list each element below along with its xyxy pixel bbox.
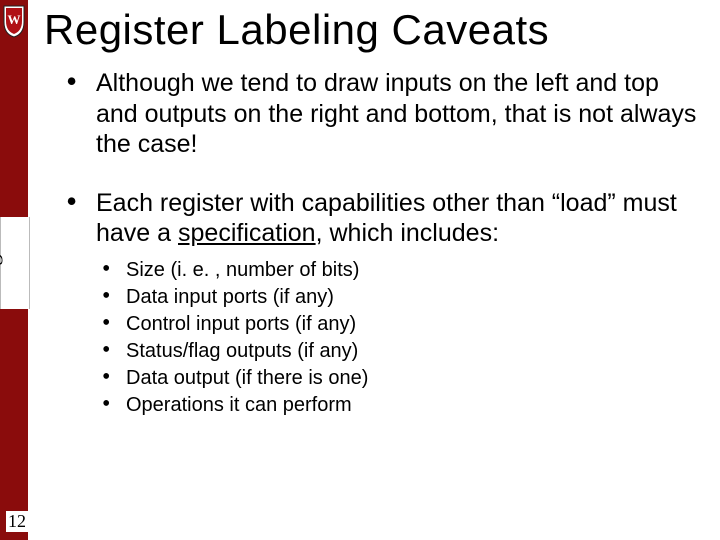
bullet-2-underlined: specification: [178, 219, 316, 247]
sub-bullet: Status/flag outputs (if any): [96, 338, 698, 365]
sub-bullet-text: Data output (if there is one): [126, 367, 368, 389]
side-label: Registers: [0, 208, 4, 290]
sub-bullet-text: Data input ports (if any): [126, 286, 334, 308]
bullet-2: Each register with capabilities other th…: [62, 188, 698, 419]
sub-bullet-text: Size (i. e. , number of bits): [126, 259, 359, 281]
sub-bullet: Data input ports (if any): [96, 284, 698, 311]
slide: W Registers 12 Register Labeling Caveats…: [0, 0, 720, 540]
sub-bullet: Data output (if there is one): [96, 365, 698, 392]
bullet-2-text-post: , which includes:: [316, 219, 499, 247]
sub-bullet-text: Control input ports (if any): [126, 313, 356, 335]
side-label-bg: [0, 217, 30, 309]
svg-text:W: W: [8, 12, 21, 27]
sub-bullet-text: Status/flag outputs (if any): [126, 340, 358, 362]
bullet-1: Although we tend to draw inputs on the l…: [62, 68, 698, 160]
bullet-1-text: Although we tend to draw inputs on the l…: [96, 69, 696, 158]
sub-bullet-text: Operations it can perform: [126, 394, 352, 416]
uw-crest-icon: W: [2, 4, 26, 38]
page-number: 12: [6, 511, 28, 532]
sub-bullet: Operations it can perform: [96, 392, 698, 419]
slide-title: Register Labeling Caveats: [44, 6, 549, 54]
sub-bullet: Control input ports (if any): [96, 311, 698, 338]
slide-body: Although we tend to draw inputs on the l…: [62, 68, 698, 447]
sub-bullet: Size (i. e. , number of bits): [96, 257, 698, 284]
